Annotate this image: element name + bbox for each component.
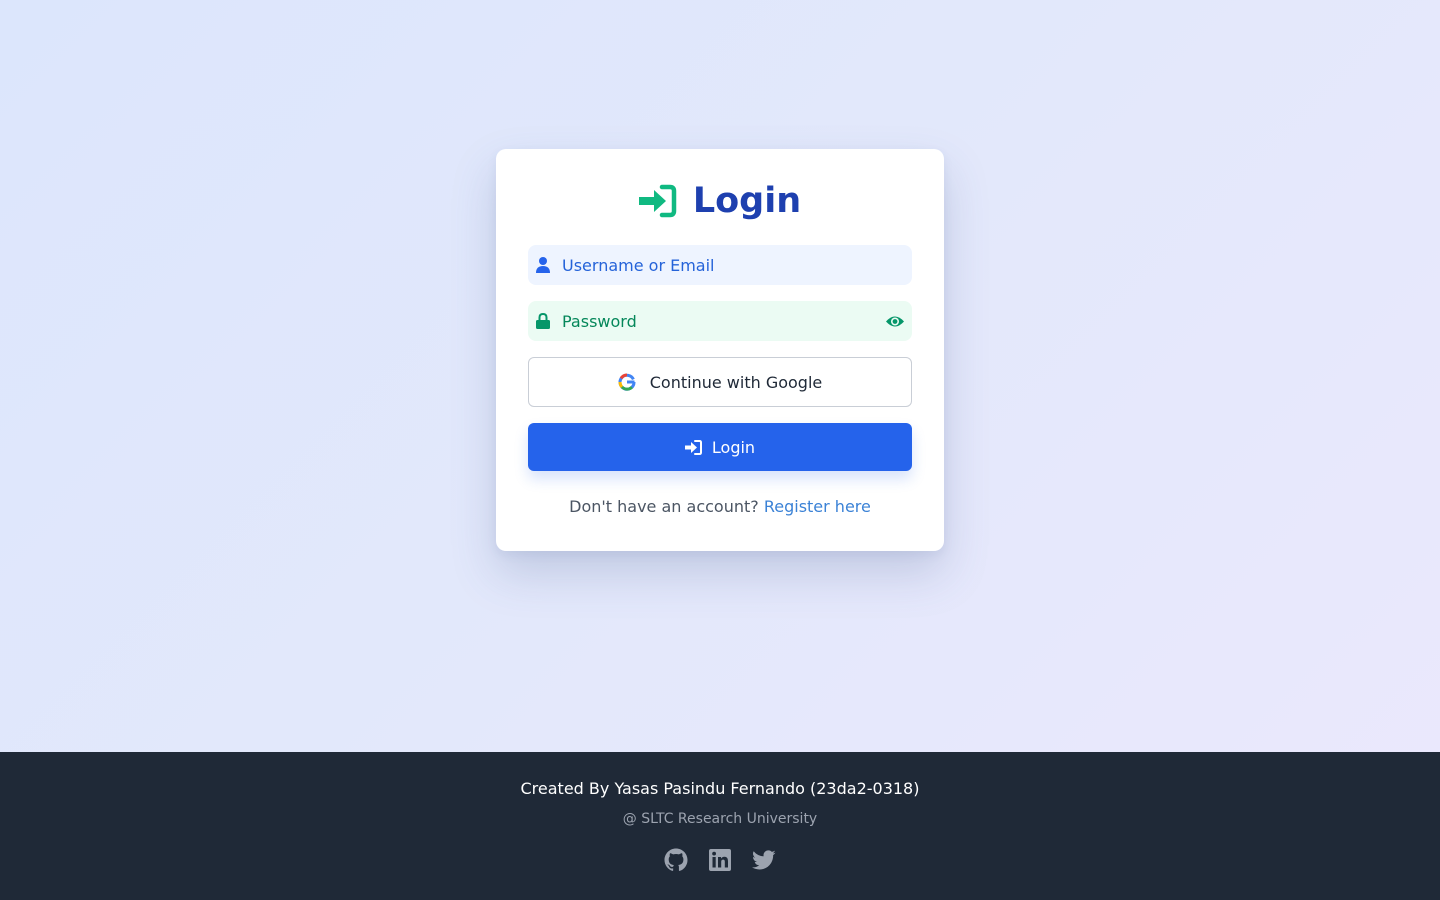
register-link[interactable]: Register here <box>764 497 871 516</box>
google-icon <box>618 373 636 391</box>
twitter-icon[interactable] <box>752 848 776 872</box>
login-button-label: Login <box>711 437 756 457</box>
sign-in-icon <box>638 184 677 218</box>
register-prompt-row: Don't have an account? Register here <box>496 495 944 519</box>
username-field[interactable] <box>528 245 912 285</box>
linkedin-icon[interactable] <box>708 848 732 872</box>
login-button[interactable]: Login <box>528 423 912 471</box>
social-links <box>0 848 1440 872</box>
page: Login Username or Email Continue with Go… <box>0 0 1440 900</box>
footer-credit: Created By Yasas Pasindu Fernando (23da2… <box>520 779 920 798</box>
login-heading: Login <box>496 179 944 223</box>
eye-icon[interactable] <box>885 314 905 329</box>
password-field[interactable] <box>528 301 912 341</box>
username-input[interactable] <box>562 245 872 285</box>
password-input[interactable] <box>562 301 872 341</box>
sign-in-icon <box>684 439 702 455</box>
lock-icon <box>536 313 550 329</box>
github-icon[interactable] <box>664 848 688 872</box>
register-prompt: Don't have an account? <box>569 497 759 516</box>
user-icon <box>536 257 550 273</box>
google-button-label: Continue with Google <box>649 372 823 392</box>
page-title: Login <box>692 181 802 221</box>
footer: Created By Yasas Pasindu Fernando (23da2… <box>0 752 1440 900</box>
login-card: Login Username or Email Continue with Go… <box>496 149 944 551</box>
footer-organization: @ SLTC Research University <box>622 811 818 827</box>
google-login-button[interactable]: Continue with Google <box>528 357 912 407</box>
main-area: Login Username or Email Continue with Go… <box>0 0 1440 752</box>
